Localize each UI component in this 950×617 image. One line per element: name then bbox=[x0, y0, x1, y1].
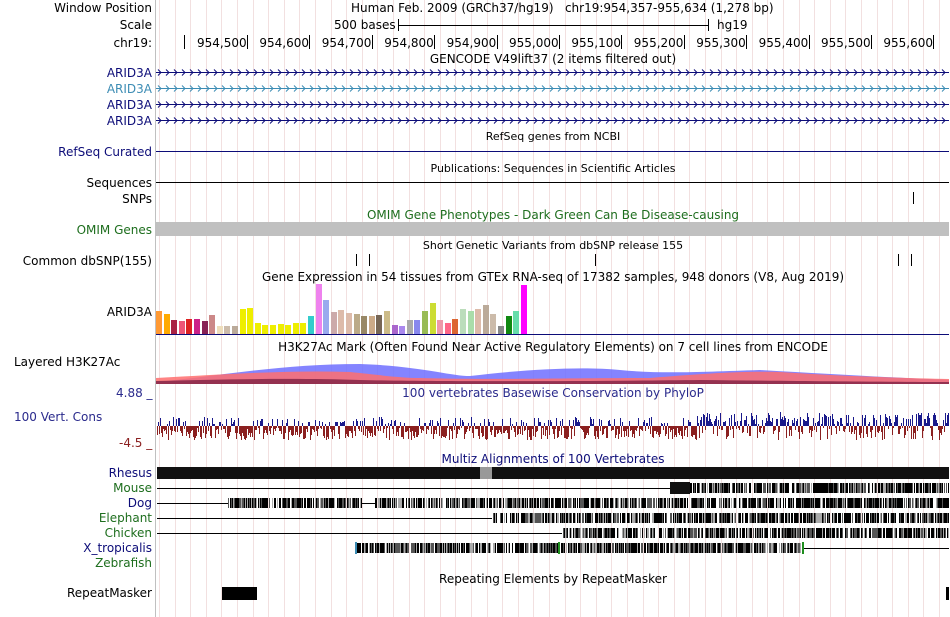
repeat-element[interactable] bbox=[946, 587, 949, 600]
multiz-species-alignment[interactable] bbox=[0, 467, 950, 480]
multiz-species-alignment[interactable] bbox=[0, 497, 950, 510]
multiz-species-alignment[interactable] bbox=[0, 512, 950, 525]
multiz-alignment-blocks[interactable] bbox=[0, 0, 950, 617]
repeat-element[interactable] bbox=[222, 587, 257, 600]
repeatmasker-track-label[interactable]: RepeatMasker bbox=[0, 586, 152, 600]
multiz-species-alignment[interactable] bbox=[0, 482, 950, 495]
multiz-species-alignment[interactable] bbox=[0, 542, 950, 555]
repeatmasker-track-title: Repeating Elements by RepeatMasker bbox=[439, 572, 667, 586]
multiz-species-alignment[interactable] bbox=[0, 527, 950, 540]
multiz-species-alignment[interactable] bbox=[0, 557, 950, 570]
